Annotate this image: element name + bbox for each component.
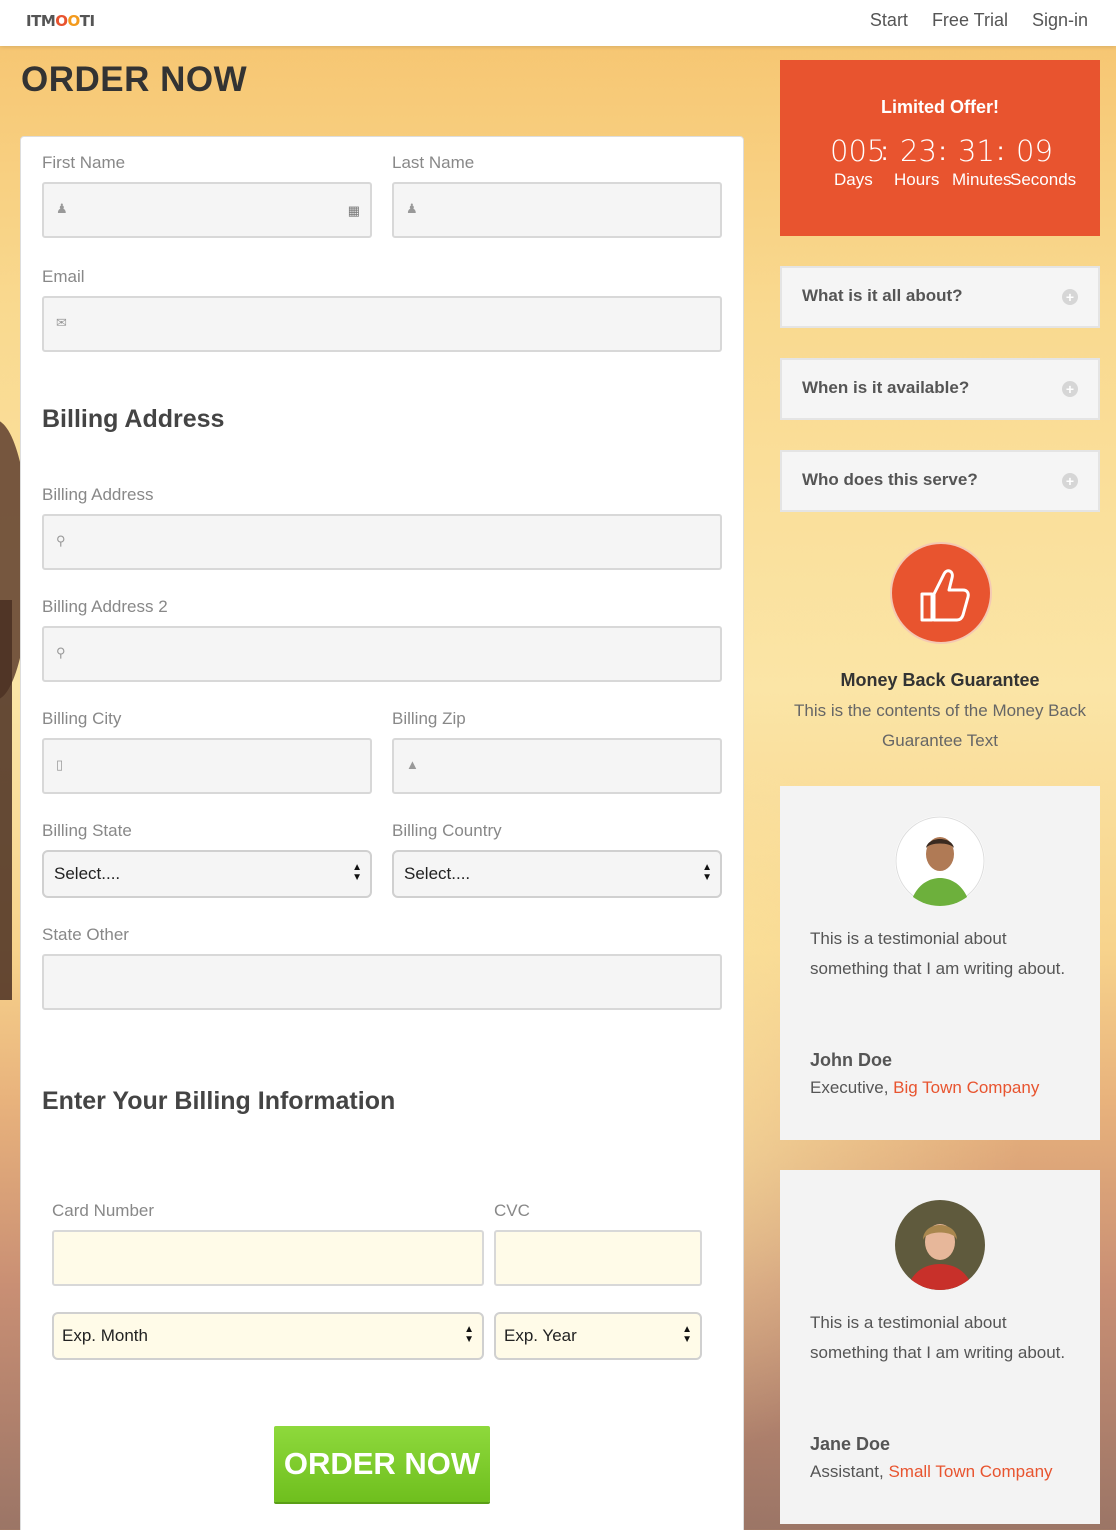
testimonial-role: Executive, Big Town Company xyxy=(810,1078,1040,1097)
state-other-label: State Other xyxy=(42,925,129,944)
billing-country-label: Billing Country xyxy=(392,821,502,840)
state-other-input[interactable] xyxy=(42,954,722,1010)
select-arrows-icon: ▲ ▼ xyxy=(702,862,712,883)
plus-circle-icon: + xyxy=(1062,381,1078,397)
exp-year-select[interactable]: Exp. Year ▲ ▼ xyxy=(494,1312,702,1360)
countdown-separator: : xyxy=(939,136,947,166)
email-input[interactable]: ✉ xyxy=(42,296,722,352)
testimonial-card: This is a testimonial about something th… xyxy=(780,786,1100,1140)
select-arrows-icon: ▲ ▼ xyxy=(682,1324,692,1345)
last-name-label: Last Name xyxy=(392,153,475,172)
nav-link-free-trial[interactable]: Free Trial xyxy=(920,9,1020,31)
testimonial-card: This is a testimonial about something th… xyxy=(780,1170,1100,1524)
cvc-label: CVC xyxy=(494,1201,530,1220)
user-icon: ♟ xyxy=(56,201,68,216)
nav-link-start[interactable]: Start xyxy=(858,9,920,31)
road-icon: ▲ xyxy=(406,757,419,772)
billing-zip-input[interactable]: ▲ xyxy=(392,738,722,794)
map-marker-icon: ⚲ xyxy=(56,645,66,660)
billing-country-select[interactable]: Select.... ▲ ▼ xyxy=(392,850,722,898)
exp-month-select[interactable]: Exp. Month ▲ ▼ xyxy=(52,1312,484,1360)
plus-circle-icon: + xyxy=(1062,473,1078,489)
card-number-label: Card Number xyxy=(52,1201,155,1220)
countdown-days-label: Days xyxy=(834,170,873,189)
page-title: ORDER NOW xyxy=(21,60,248,99)
countdown-seconds: 09 xyxy=(1016,134,1053,168)
background-tree-trunk-left xyxy=(0,600,12,1000)
testimonial-author: John Doe xyxy=(810,1050,893,1070)
email-label: Email xyxy=(42,267,85,286)
cvc-input[interactable] xyxy=(494,1230,702,1286)
billing-address-heading: Billing Address xyxy=(42,405,225,433)
testimonial-text: This is a testimonial about something th… xyxy=(810,929,1066,978)
first-name-label: First Name xyxy=(42,153,126,172)
faq-question: Who does this serve? xyxy=(802,470,978,489)
countdown-separator: : xyxy=(881,136,889,166)
countdown-minutes-label: Minutes xyxy=(952,170,1012,189)
billing-zip-label: Billing Zip xyxy=(392,709,466,728)
exp-month-select-value: Exp. Month xyxy=(62,1326,148,1345)
countdown-hours: 23 xyxy=(900,134,937,168)
faq-item[interactable]: What is it all about? + xyxy=(780,266,1100,328)
avatar xyxy=(895,816,985,906)
billing-state-select[interactable]: Select.... ▲ ▼ xyxy=(42,850,372,898)
order-now-button[interactable]: ORDER NOW xyxy=(274,1426,490,1502)
billing-address-label: Billing Address xyxy=(42,485,154,504)
map-marker-icon: ⚲ xyxy=(56,533,66,548)
faq-item[interactable]: When is it available? + xyxy=(780,358,1100,420)
top-navigation-bar: ITMOOTI Start Free Trial Sign-in xyxy=(0,0,1116,46)
billing-country-select-value: Select.... xyxy=(404,864,471,883)
limited-offer-countdown: Limited Offer! 005 : 23 : 31 : 09 Days H… xyxy=(780,60,1100,236)
testimonial-company-link[interactable]: Big Town Company xyxy=(893,1078,1039,1097)
faq-question: What is it all about? xyxy=(802,286,963,305)
last-name-input[interactable]: ♟ xyxy=(392,182,722,238)
thumbs-up-badge xyxy=(890,542,992,644)
user-icon: ♟ xyxy=(406,201,418,216)
offer-title: Limited Offer! xyxy=(880,97,999,117)
faq-question: When is it available? xyxy=(802,378,970,397)
main-nav: Start Free Trial Sign-in xyxy=(858,9,1100,31)
testimonial-author: Jane Doe xyxy=(810,1434,891,1454)
select-arrows-icon: ▲ ▼ xyxy=(464,1324,474,1345)
billing-city-input[interactable]: ▯ xyxy=(42,738,372,794)
countdown-separator: : xyxy=(997,136,1005,166)
order-form: First Name ♟ ▦ Last Name ♟ Email ✉ Billi… xyxy=(20,136,744,1530)
testimonial-company-link[interactable]: Small Town Company xyxy=(888,1462,1052,1481)
contact-card-icon: ▦ xyxy=(347,203,360,218)
billing-address2-label: Billing Address 2 xyxy=(42,597,168,616)
exp-year-select-value: Exp. Year xyxy=(504,1326,577,1345)
guarantee-title: Money Back Guarantee xyxy=(840,670,1040,690)
billing-address-input[interactable]: ⚲ xyxy=(42,514,722,570)
testimonial-text: This is a testimonial about something th… xyxy=(810,1313,1066,1362)
countdown-days: 005 xyxy=(830,134,886,168)
faq-item[interactable]: Who does this serve? + xyxy=(780,450,1100,512)
testimonial-role: Assistant, Small Town Company xyxy=(810,1462,1053,1481)
countdown-seconds-label: Seconds xyxy=(1010,170,1077,189)
site-logo[interactable]: ITMOOTI xyxy=(26,12,95,30)
billing-address2-input[interactable]: ⚲ xyxy=(42,626,722,682)
billing-state-select-value: Select.... xyxy=(54,864,121,883)
avatar xyxy=(895,1200,985,1290)
card-number-input[interactable] xyxy=(52,1230,484,1286)
plus-circle-icon: + xyxy=(1062,289,1078,305)
thumbs-up-icon xyxy=(920,569,970,622)
countdown-hours-label: Hours xyxy=(894,170,940,189)
billing-city-label: Billing City xyxy=(42,709,122,728)
nav-link-sign-in[interactable]: Sign-in xyxy=(1020,9,1100,31)
select-arrows-icon: ▲ ▼ xyxy=(352,862,362,883)
countdown-minutes: 31 xyxy=(958,134,995,168)
guarantee-text: This is the contents of the Money Back G… xyxy=(794,701,1086,750)
envelope-icon: ✉ xyxy=(56,315,67,330)
billing-state-label: Billing State xyxy=(42,821,132,840)
first-name-input[interactable]: ♟ ▦ xyxy=(42,182,372,238)
billing-information-heading: Enter Your Billing Information xyxy=(42,1087,396,1115)
building-icon: ▯ xyxy=(56,757,64,772)
